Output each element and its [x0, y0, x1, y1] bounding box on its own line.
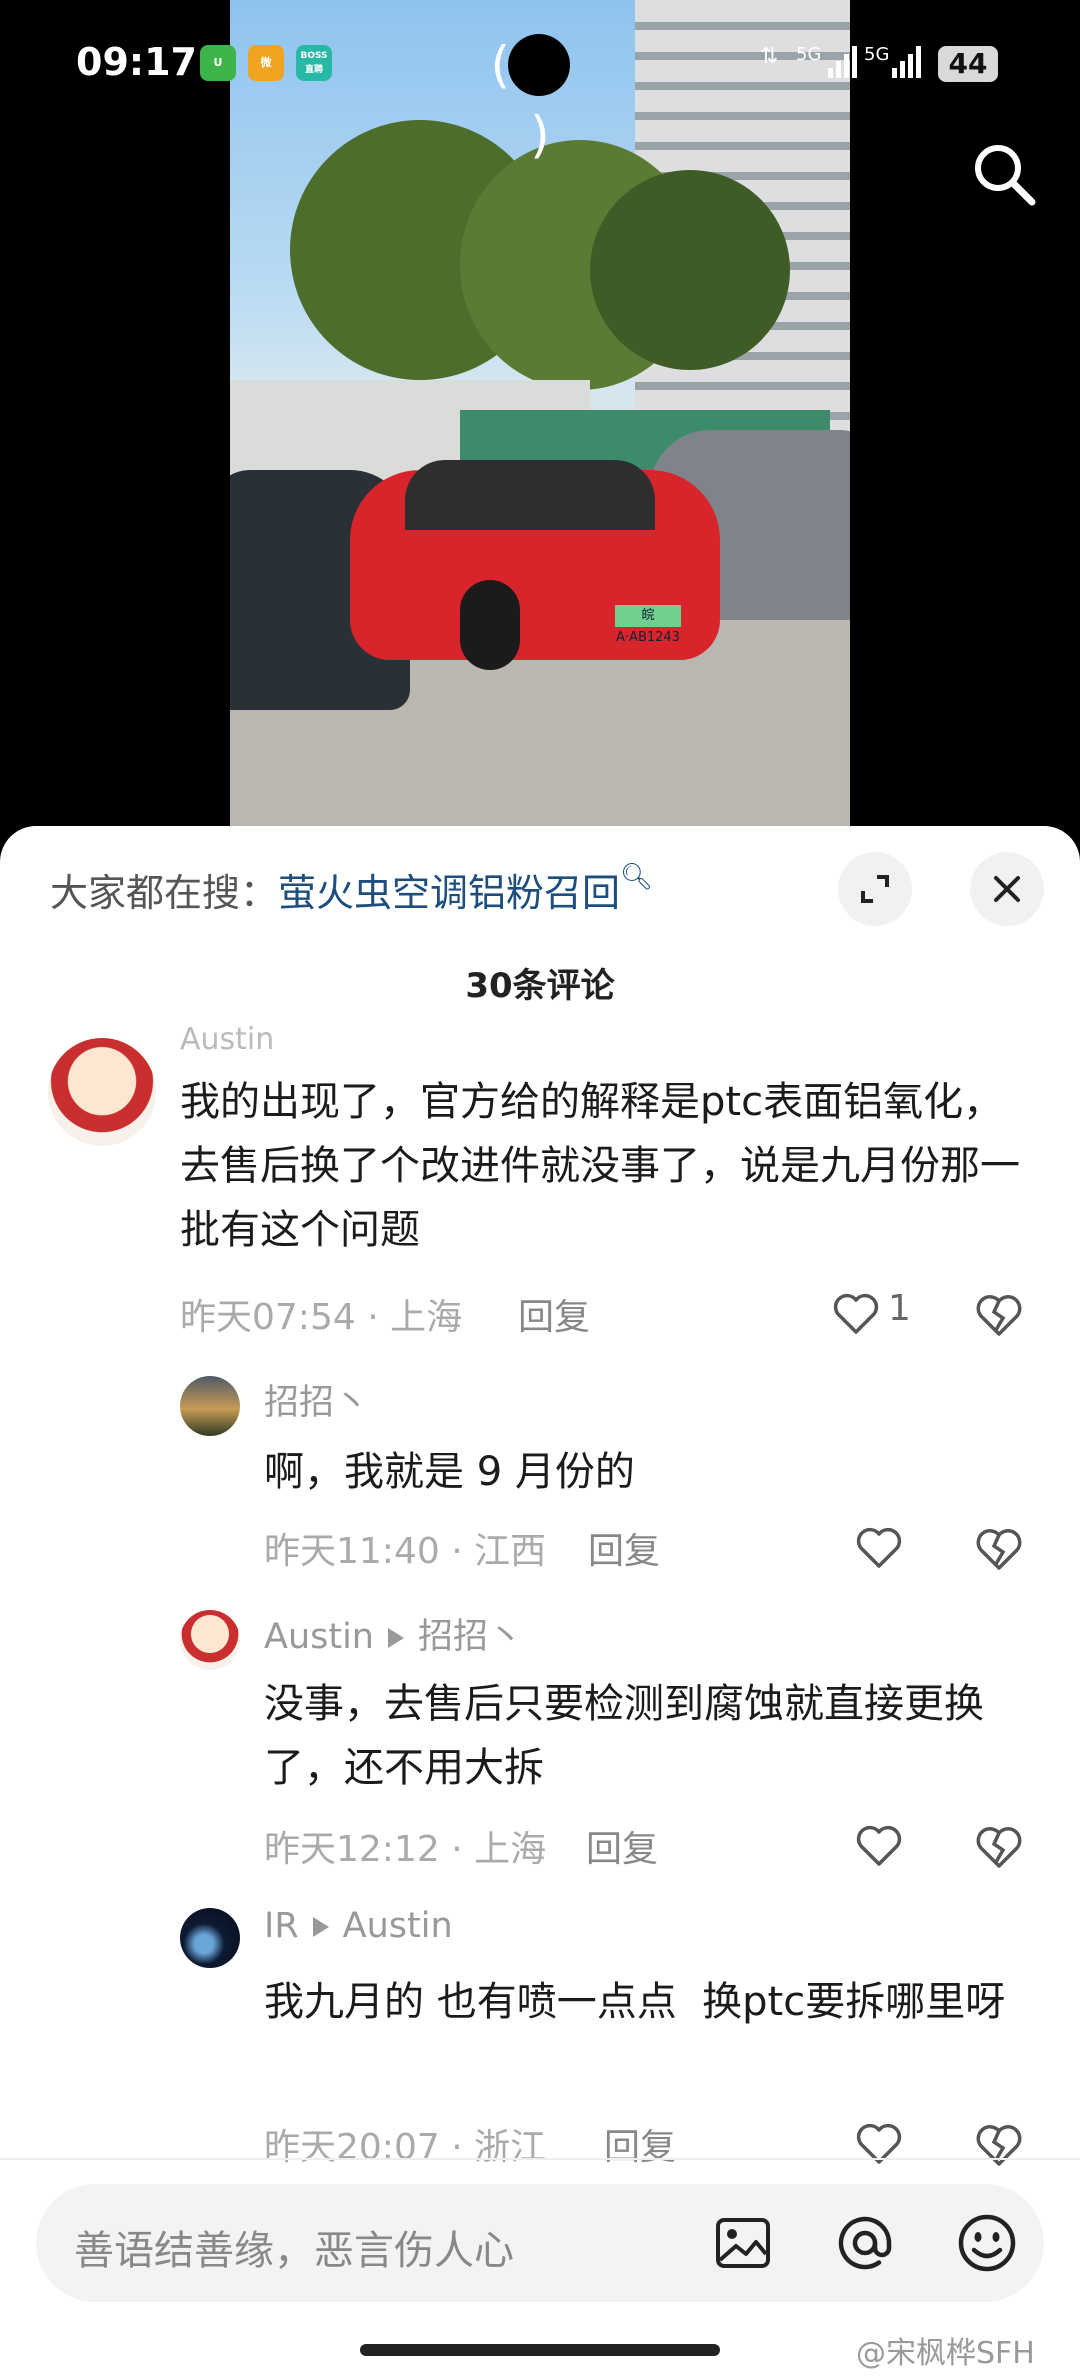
comment-username[interactable]: Austin [264, 1617, 374, 1657]
reply-button[interactable]: 回复 [518, 1288, 590, 1340]
watermark: @宋枫桦SFH [856, 2336, 1035, 2371]
reply-arrow-icon [388, 1628, 404, 1648]
avatar[interactable] [180, 1908, 240, 1968]
hot-search-bar[interactable]: 大家都在搜：萤火虫空调铝粉召回🔍︎ [50, 862, 653, 917]
tree [590, 170, 790, 370]
network-5g-2: 5G [864, 44, 890, 65]
avatar[interactable] [180, 1376, 240, 1436]
broken-heart-icon[interactable] [974, 1824, 1024, 1870]
weibo-icon: 微 [248, 45, 284, 81]
broken-heart-icon[interactable] [974, 1526, 1024, 1572]
red-car-windshield [405, 460, 655, 530]
comment-meta: 昨天20:07 · 浙江 [264, 2127, 547, 2168]
expand-icon [861, 875, 889, 903]
battery-indicator: 44 [938, 46, 998, 82]
reply-to-username[interactable]: 招招丶 [418, 1617, 523, 1657]
mention-icon[interactable] [830, 2208, 900, 2278]
boss-zhipin-icon: BOSS 直聘 [296, 45, 332, 81]
status-bar: 09:17 U 微 BOSS 直聘 ( ) ⇅ 5G 5G 44 [0, 0, 1080, 164]
comment-input-placeholder: 善语结善缘，恶言伤人心 [74, 2228, 514, 2274]
hot-search-prefix: 大家都在搜： [50, 871, 279, 915]
comment-count-title: 30条评论 [465, 966, 615, 1006]
reply-button[interactable]: 回复 [588, 1522, 660, 1574]
comment-username[interactable]: IR [264, 1906, 299, 1946]
search-icon[interactable] [970, 140, 1040, 210]
wifi-icon: ⇅ [760, 44, 779, 69]
close-button[interactable] [970, 852, 1044, 926]
camera-dot [508, 34, 570, 96]
signal-icon [892, 46, 921, 78]
comment-text: 啊，我就是 9 月份的 [264, 1449, 635, 1495]
expand-button[interactable] [838, 852, 912, 926]
comment-text: 没事，去售后只要检测到腐蚀就直接更换了，还不用大拆 [264, 1681, 984, 1791]
comment-text: 我九月的 也有喷一点点 换ptc要拆哪里呀 [264, 1979, 1006, 2025]
home-indicator[interactable] [360, 2344, 720, 2356]
reply-arrow-icon [312, 1917, 329, 1937]
broken-heart-icon[interactable] [974, 1292, 1024, 1338]
input-divider [0, 2158, 1080, 2160]
reply-to-username[interactable]: Austin [343, 1906, 453, 1946]
network-5g-1: 5G [796, 44, 822, 65]
comment-meta: 昨天12:12 · 上海 [264, 1829, 547, 1870]
avatar[interactable] [48, 1038, 156, 1146]
comment-meta: 昨天11:40 · 江西 [264, 1531, 547, 1572]
heart-icon[interactable] [832, 1292, 880, 1336]
video-player[interactable]: 皖A·AB1243 09:17 U 微 BOSS 直聘 ( ) ⇅ 5G 5G … [0, 0, 1080, 840]
emoji-icon[interactable] [952, 2208, 1022, 2278]
comment-username[interactable]: Austin [180, 1022, 274, 1057]
comment-text: 我的出现了，官方给的解释是ptc表面铝氧化，去售后换了个改进件就没事了，说是九月… [180, 1079, 1020, 1253]
hot-search-query[interactable]: 萤火虫空调铝粉召回 [278, 871, 620, 915]
like-count: 1 [888, 1288, 911, 1329]
image-icon[interactable] [708, 2208, 778, 2278]
comment-sheet: 大家都在搜：萤火虫空调铝粉召回🔍︎ 30条评论 Austin 我的出现了，官方给… [0, 826, 1080, 2376]
broken-heart-icon[interactable] [974, 2122, 1024, 2168]
close-icon [994, 876, 1020, 902]
license-plate: 皖A·AB1243 [615, 605, 681, 645]
comment-input[interactable]: 善语结善缘，恶言伤人心 [36, 2184, 1044, 2302]
heart-icon[interactable] [855, 1526, 903, 1570]
green-app-icon: U [200, 45, 236, 81]
search-icon: 🔍︎ [620, 862, 654, 892]
heart-icon[interactable] [855, 1824, 903, 1868]
comment-username-line: IR Austin [264, 1906, 453, 1946]
comment-username[interactable]: 招招丶 [264, 1374, 369, 1425]
status-time: 09:17 [76, 40, 197, 84]
reply-button[interactable]: 回复 [586, 1820, 658, 1872]
comment-username-line: Austin 招招丶 [264, 1608, 523, 1659]
comment-meta: 昨天07:54 · 上海 [180, 1297, 463, 1338]
signal-icon [828, 46, 857, 78]
reply-button[interactable]: 回复 [604, 2118, 676, 2170]
avatar[interactable] [180, 1610, 240, 1670]
red-car-wheel [460, 580, 520, 670]
